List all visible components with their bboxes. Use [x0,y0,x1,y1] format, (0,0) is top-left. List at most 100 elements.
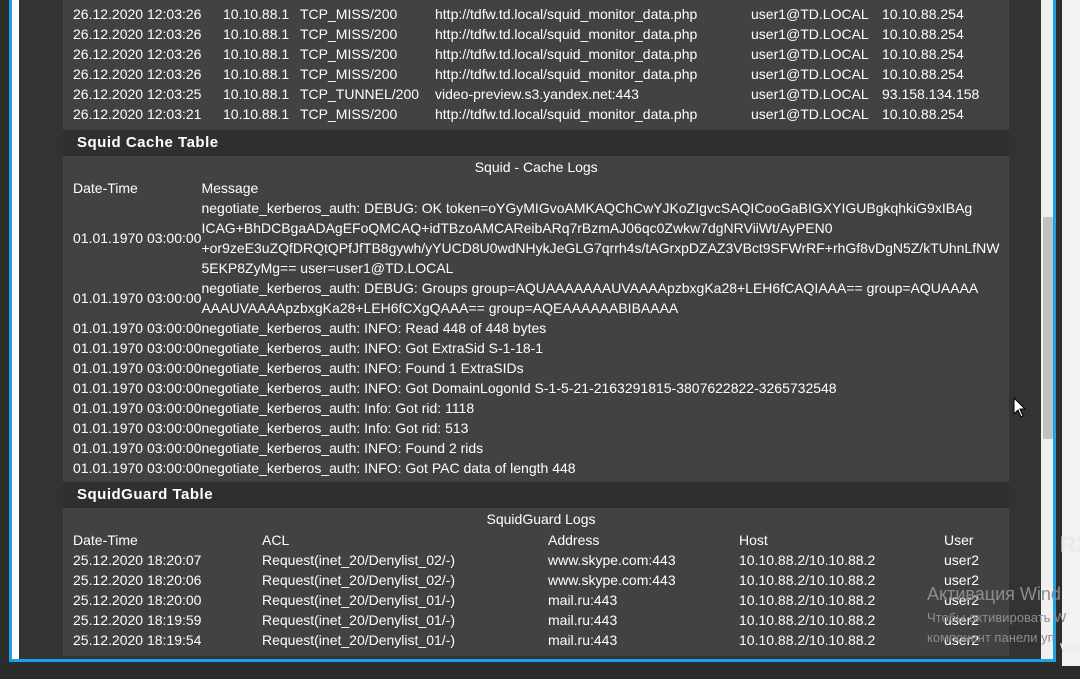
access-log-row-cell: http://tdfw.td.local/squid_monitor_data.… [435,106,698,122]
cache-log-row: 01.01.1970 03:00:00 negotiate_kerberos_au… [73,438,999,458]
access-log-row-cell: 26.12.2020 12:03:26 [73,6,202,22]
cache-log-row-cell: negotiate_kerberos_auth: INFO: Got Extra… [201,340,544,356]
cache-log-row-cell: negotiate_kerberos_auth: INFO: Got Domai… [201,380,837,396]
access-log-row-cell: 10.10.88.1 [223,26,290,42]
cache-log-row-cell: 01.01.1970 03:00:00 [73,440,202,456]
access-log-row-cell: 10.10.88.254 [882,66,964,82]
guard-log-row-cell: 25.12.2020 18:19:59 [73,612,202,628]
mouse-cursor-icon [1013,397,1027,418]
access-log-row-cell: http://tdfw.td.local/squid_monitor_data.… [435,66,698,82]
access-log-row-cell: 10.10.88.254 [882,26,964,42]
cache-log-row-cell: negotiate_kerberos_auth: INFO: Found 1 E… [201,360,524,376]
cache-log-row-cell: negotiate_kerberos_auth: INFO: Got PAC d… [201,460,576,476]
access-log-row-cell: 10.10.88.1 [223,6,290,22]
cache-log-row-cell: negotiate_kerberos_auth: INFO: Found 2 r… [201,440,484,456]
access-log-row-cell: user1@TD.LOCAL [751,46,869,62]
cache-log-row: 01.01.1970 03:00:00 negotiate_kerberos_au… [73,278,999,318]
background-right [1062,0,1080,679]
guard-log-row-cell: 25.12.2020 18:20:06 [73,572,202,588]
access-log-row-cell: TCP_TUNNEL/200 [300,86,420,102]
access-log-row-cell: TCP_MISS/200 [300,106,398,122]
cache-panel: Squid - Cache Logs Date-Time Message 01.… [63,156,1009,482]
cache-log-row: 01.01.1970 03:00:00 negotiate_kerberos_au… [73,198,999,278]
cache-log-row: 01.01.1970 03:00:00 negotiate_kerberos_au… [73,318,999,338]
windows-activation-line-2: Чтобы активировать W [927,610,1067,625]
cache-log-row: 01.01.1970 03:00:00 negotiate_kerberos_au… [73,458,999,478]
guard-log-row-cell: 25.12.2020 18:19:54 [73,632,202,648]
access-log-row-cell: 10.10.88.254 [882,6,964,22]
cache-table-header: Squid Cache Table [63,130,1009,156]
guard-log-row-cell: 10.10.88.2/10.10.88.2 [739,552,876,568]
access-log-row-cell: 26.12.2020 12:03:25 [73,86,202,102]
cache-log-row: 01.01.1970 03:00:00 negotiate_kerberos_au… [73,418,999,438]
guard-log-row-cell: Request(inet_20/Denylist_02/-) [262,552,455,568]
access-log-row-cell: http://tdfw.td.local/squid_monitor_data.… [435,26,698,42]
cache-log-row-cell: negotiate_kerberos_auth: INFO: Read 448 … [201,320,547,336]
guard-col-address: Address [548,532,600,548]
guard-table-header: SquidGuard Table [63,482,1009,508]
guard-log-row-cell: user2 [944,552,980,568]
guard-log-row-cell: Request(inet_20/Denylist_02/-) [262,572,455,588]
guard-col-acl: ACL [262,532,290,548]
cache-log-row: 01.01.1970 03:00:00 negotiate_kerberos_au… [73,378,999,398]
access-log-table: 26.12.2020 12:03:26 10.10.88.1 TCP_MISS/20… [73,4,1009,124]
access-log-row: 26.12.2020 12:03:25 10.10.88.1 TCP_TUNNEL/… [73,84,1009,104]
guard-log-row-cell: 10.10.88.2/10.10.88.2 [739,612,876,628]
access-log-row-cell: 10.10.88.254 [882,106,964,122]
guard-log-row: 25.12.2020 18:20:07 Request(inet_20/Denyl… [73,550,1009,570]
taskbar-strip [0,666,1080,679]
browser-window: 26.12.2020 12:03:26 10.10.88.1 TCP_MISS/20… [9,0,1056,662]
cache-log-row: 01.01.1970 03:00:00 negotiate_kerberos_au… [73,338,999,358]
access-log-row-cell: 93.158.134.158 [882,86,980,102]
access-log-row-cell: TCP_MISS/200 [300,6,398,22]
access-log-row-cell: user1@TD.LOCAL [751,26,869,42]
cache-log-row-cell: negotiate_kerberos_auth: DEBUG: Groups g… [201,280,978,316]
windows-activation-line-3: компонент панели уп [927,630,1055,645]
access-log-row-cell: http://tdfw.td.local/squid_monitor_data.… [435,6,698,22]
guard-log-row: 25.12.2020 18:19:59 Request(inet_20/Denyl… [73,610,1009,630]
background-edge-text-2: Win [1060,640,1080,655]
background-edge-text: R2 [1060,532,1080,557]
cache-log-row-cell: 01.01.1970 03:00:00 [73,400,202,416]
cache-log-row-cell: 01.01.1970 03:00:00 [73,360,202,376]
guard-log-row-cell: mail.ru:443 [548,592,618,608]
cache-log-row-cell: negotiate_kerberos_auth: DEBUG: OK token… [201,200,1000,276]
cache-log-row-cell: 01.01.1970 03:00:00 [73,340,202,356]
guard-log-row-cell: www.skype.com:443 [548,552,676,568]
scrollbar-thumb[interactable] [1043,217,1053,439]
guard-log-row: 25.12.2020 18:20:06 Request(inet_20/Denyl… [73,570,1009,590]
guard-log-row-cell: mail.ru:443 [548,632,618,648]
access-log-row-cell: user1@TD.LOCAL [751,6,869,22]
access-log-row: 26.12.2020 12:03:26 10.10.88.1 TCP_MISS/20… [73,44,1009,64]
guard-log-row-cell: Request(inet_20/Denylist_01/-) [262,612,455,628]
access-log-row-cell: TCP_MISS/200 [300,46,398,62]
cache-log-row-cell: 01.01.1970 03:00:00 [73,230,202,246]
access-log-row-cell: video-preview.s3.yandex.net:443 [435,86,639,102]
access-log-row-cell: user1@TD.LOCAL [751,66,869,82]
cache-log-row: 01.01.1970 03:00:00 negotiate_kerberos_au… [73,398,999,418]
guard-col-datetime: Date-Time [73,532,138,548]
access-log-row-cell: 26.12.2020 12:03:26 [73,26,202,42]
cache-log-row: 01.01.1970 03:00:00 negotiate_kerberos_au… [73,358,999,378]
guard-log-row-cell: 10.10.88.2/10.10.88.2 [739,572,876,588]
access-log-row-cell: 10.10.88.1 [223,106,290,122]
guard-log-row-cell: 10.10.88.2/10.10.88.2 [739,632,876,648]
windows-activation-watermark: Активация Wind [927,584,1061,604]
guard-log-table: SquidGuard Logs Date-Time ACL Address Ho… [73,508,1009,650]
vertical-scrollbar[interactable] [1041,0,1053,659]
cache-log-row-cell: negotiate_kerberos_auth: Info: Got rid: … [201,420,469,436]
guard-log-row-cell: Request(inet_20/Denylist_01/-) [262,632,455,648]
access-log-row-cell: user1@TD.LOCAL [751,86,869,102]
access-log-row-cell: http://tdfw.td.local/squid_monitor_data.… [435,46,698,62]
access-log-row: 26.12.2020 12:03:26 10.10.88.1 TCP_MISS/20… [73,24,1009,44]
access-log-row-cell: 10.10.88.1 [223,66,290,82]
page-viewport: 26.12.2020 12:03:26 10.10.88.1 TCP_MISS/20… [19,0,1041,659]
cache-log-row-cell: 01.01.1970 03:00:00 [73,320,202,336]
guard-panel: SquidGuard Logs Date-Time ACL Address Ho… [63,508,1009,656]
access-log-row-cell: 26.12.2020 12:03:26 [73,66,202,82]
guard-caption: SquidGuard Logs [486,511,596,527]
guard-col-user: User [944,532,974,548]
access-log-row-cell: 10.10.88.254 [882,46,964,62]
cache-log-row-cell: 01.01.1970 03:00:00 [73,460,202,476]
page-content: 26.12.2020 12:03:26 10.10.88.1 TCP_MISS/20… [63,0,1009,656]
